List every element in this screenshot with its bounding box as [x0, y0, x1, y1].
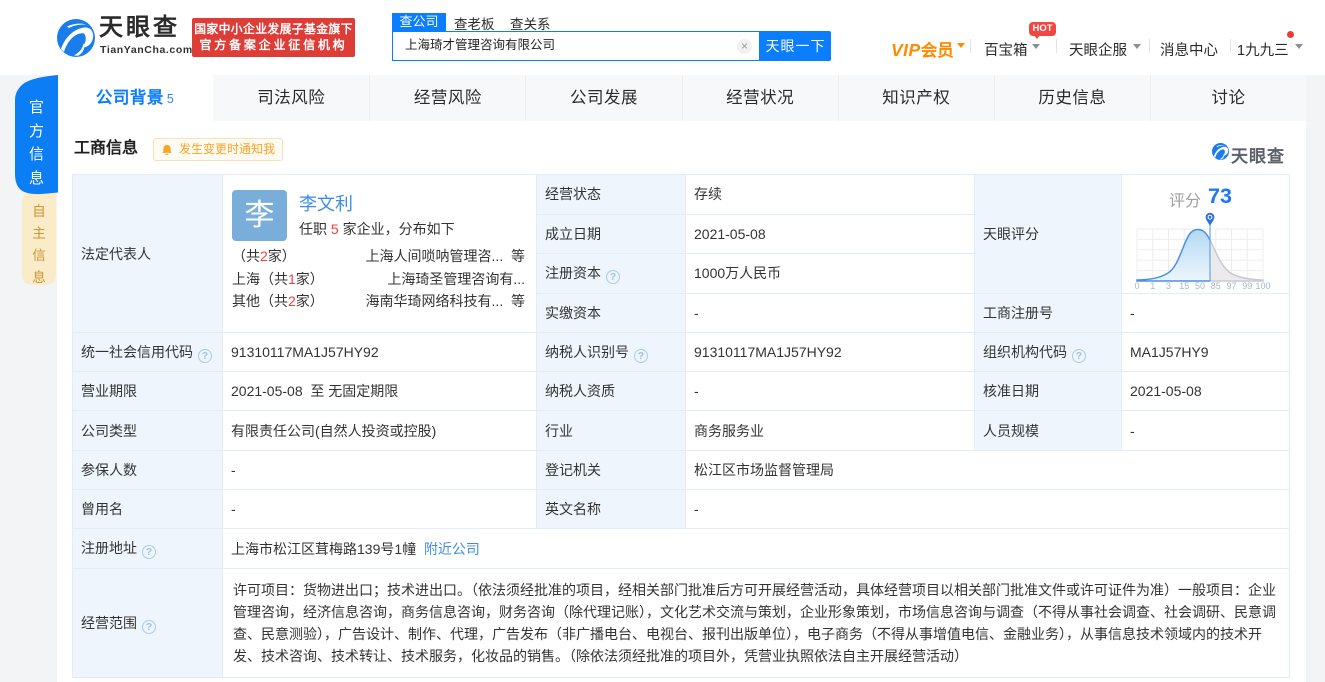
svg-text:15: 15	[1179, 281, 1189, 291]
svg-text:100: 100	[1255, 281, 1270, 291]
svg-text:0: 0	[1134, 281, 1139, 291]
svg-text:97: 97	[1226, 281, 1236, 291]
svg-text:1: 1	[1150, 281, 1155, 291]
svg-text:50: 50	[1195, 281, 1205, 291]
svg-text:85: 85	[1211, 281, 1221, 291]
svg-text:3: 3	[1166, 281, 1171, 291]
svg-text:99: 99	[1242, 281, 1252, 291]
